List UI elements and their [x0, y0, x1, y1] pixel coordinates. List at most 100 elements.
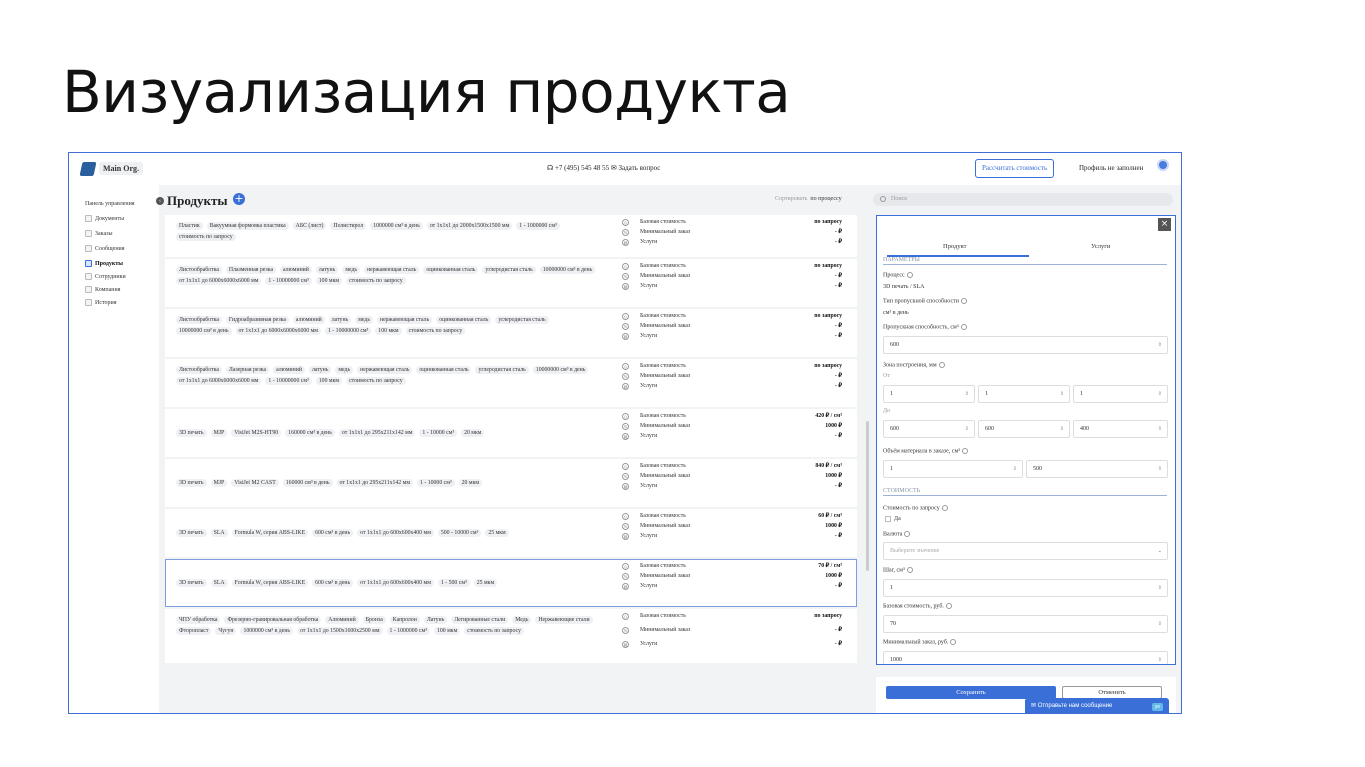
product-tag: Фторопласт	[176, 627, 212, 635]
product-row[interactable]: ЧПУ обработка Фрезерно-гравировальная обр…	[165, 609, 857, 663]
product-row[interactable]: Листообработка Лазерная резка алюминий лату…	[165, 359, 857, 407]
zone-to-x-input[interactable]: 600 ⇕	[883, 420, 975, 438]
on-request-checkbox[interactable]	[885, 516, 891, 522]
list-scrollbar[interactable]	[866, 421, 869, 571]
services-value: - ₽	[834, 383, 842, 389]
stepper-icon[interactable]: ⇕	[1158, 462, 1162, 478]
help-icon[interactable]	[938, 362, 945, 368]
product-tag: 3D печать	[176, 579, 207, 587]
ask-question-link[interactable]: Задать вопрос	[618, 164, 660, 172]
sidebar-item-dashboard[interactable]: Панель управления	[85, 201, 135, 207]
sidebar-item-orders[interactable]: Заказы	[85, 230, 113, 237]
product-tag: 160000 см³ в день	[282, 479, 333, 487]
throughput-input[interactable]: 600 ⇕	[883, 336, 1168, 354]
product-row[interactable]: 3D печать SLA Formula W, серия ABS-LIKE 600…	[165, 559, 857, 607]
stepper-icon[interactable]: ⇕	[1158, 581, 1162, 597]
sidebar-item-history[interactable]: История	[85, 299, 117, 306]
percent-icon: %	[622, 323, 629, 330]
services-label: Услуги	[640, 533, 658, 539]
sidebar-item-employees[interactable]: Сотрудники	[85, 273, 126, 280]
product-tag: Гидроабразивная резка	[225, 316, 289, 324]
tab-product[interactable]: Продукт	[943, 243, 966, 250]
help-icon[interactable]	[962, 448, 969, 454]
product-row[interactable]: 3D печать MJP VisiJet M2S-HT90 160000 см³ в…	[165, 409, 857, 457]
slide-title: Визуализация продукта	[62, 58, 791, 126]
stepper-icon[interactable]: ⇕	[965, 422, 969, 438]
help-icon[interactable]	[906, 272, 913, 278]
sort-control[interactable]: Сортировать по процессу	[775, 196, 842, 202]
product-tag: 1 - 10000000 см³	[324, 327, 372, 335]
add-product-button[interactable]: +	[233, 193, 245, 205]
volume-max-input[interactable]: 500 ⇕	[1026, 460, 1168, 478]
product-prices: ◇ Базовая стоимость по запросу% Минимальный…	[622, 262, 842, 292]
stepper-icon[interactable]: ⇕	[965, 387, 969, 403]
avatar[interactable]	[1157, 159, 1169, 171]
services-line: ▤ Услуги - ₽	[622, 238, 842, 248]
stepper-icon[interactable]: ⇕	[1158, 387, 1162, 403]
tab-services[interactable]: Услуги	[1091, 243, 1110, 250]
zone-from-z-input[interactable]: 1 ⇕	[1073, 385, 1168, 403]
product-row[interactable]: Пластик Вакуумная формовка пластика АБС (л…	[165, 215, 857, 257]
step-input[interactable]: 1 ⇕	[883, 579, 1168, 597]
help-icon[interactable]	[904, 531, 911, 537]
product-tag: от 1x1x1 до 600x600x400 мм	[357, 579, 434, 587]
process-label-text: Процесс	[883, 272, 905, 279]
help-icon[interactable]	[941, 505, 948, 511]
product-tag: стоимость по запросу	[405, 327, 466, 335]
collapse-sidebar-icon[interactable]: ‹	[156, 197, 164, 205]
product-row[interactable]: 3D печать SLA Formula W, серия ABS-LIKE 600…	[165, 509, 857, 557]
volume-min-input[interactable]: 1 ⇕	[883, 460, 1023, 478]
help-icon[interactable]	[906, 567, 913, 573]
calculate-cost-button[interactable]: Рассчитать стоимость	[975, 159, 1055, 178]
stepper-icon[interactable]: ⇕	[1158, 617, 1162, 633]
step-label: Шаг, см³	[883, 567, 913, 573]
product-tag: Листообработка	[176, 266, 222, 274]
services-label: Услуги	[640, 433, 658, 439]
zone-to-y-input[interactable]: 600 ⇕	[978, 420, 1070, 438]
stepper-icon[interactable]: ⇕	[1013, 462, 1017, 478]
stepper-icon[interactable]: ⇕	[1158, 653, 1162, 664]
product-row[interactable]: 3D печать MJP VisiJet M2 CAST 160000 см³ в …	[165, 459, 857, 507]
help-icon[interactable]	[945, 603, 952, 609]
help-icon[interactable]	[960, 324, 967, 330]
min-order-label: Минимальный заказ	[640, 423, 691, 429]
stepper-icon[interactable]: ⇕	[1060, 387, 1064, 403]
sort-value[interactable]: по процессу	[810, 196, 841, 202]
product-prices: ◇ Базовая стоимость 420 ₽ / см³% Минимальны…	[622, 412, 842, 442]
search-input[interactable]: Поиск	[873, 193, 1173, 206]
org-name[interactable]: Main Org.	[99, 162, 143, 175]
profile-status[interactable]: Профиль не заполнен	[1079, 164, 1143, 172]
base-cost-label: Базовая стоимость	[640, 463, 686, 469]
stepper-icon[interactable]: ⇕	[1158, 338, 1162, 354]
min-order-input[interactable]: 1000 ⇕	[883, 651, 1168, 664]
sidebar-item-company[interactable]: Компания	[85, 286, 120, 293]
base-cost-value: 70	[890, 621, 896, 627]
product-tag: нержавеющая сталь	[364, 266, 420, 274]
throughput-type-value: см³ в день	[883, 310, 909, 316]
sidebar-item-products[interactable]: Продукты	[85, 260, 123, 267]
zone-to-z-input[interactable]: 400 ⇕	[1073, 420, 1168, 438]
help-icon[interactable]	[950, 639, 957, 645]
close-icon[interactable]: ×	[1158, 218, 1171, 231]
sidebar-item-messages[interactable]: Сообщения	[85, 245, 125, 252]
sidebar-item-documents[interactable]: Документы	[85, 215, 124, 222]
help-icon[interactable]	[960, 298, 967, 304]
base-cost-input[interactable]: 70 ⇕	[883, 615, 1168, 633]
history-icon	[85, 299, 92, 306]
currency-select[interactable]: Выберите значение ⌄	[883, 542, 1168, 560]
stepper-icon[interactable]: ⇕	[1158, 422, 1162, 438]
chat-widget[interactable]: ✉ Отправьте нам сообщение уе	[1025, 698, 1169, 713]
product-row[interactable]: Листообработка Плазменная резка алюминий ла…	[165, 259, 857, 307]
product-row[interactable]: Листообработка Гидроабразивная резка алюми…	[165, 309, 857, 357]
product-tag: Листообработка	[176, 366, 222, 374]
stepper-icon[interactable]: ⇕	[1060, 422, 1064, 438]
zone-from-y-input[interactable]: 1 ⇕	[978, 385, 1070, 403]
base-cost-line: ◇ Базовая стоимость 840 ₽ / см³	[622, 462, 842, 472]
product-tag: латунь	[308, 366, 332, 374]
percent-icon: %	[622, 627, 629, 634]
zone-from-x-input[interactable]: 1 ⇕	[883, 385, 975, 403]
process-label: Процесс	[883, 272, 913, 278]
support-phone[interactable]: ☊ +7 (495) 545 48 55 ✉ Задать вопрос	[547, 164, 660, 172]
product-tag: MJP	[210, 479, 228, 487]
zone-from-z-value: 1	[1080, 391, 1083, 397]
